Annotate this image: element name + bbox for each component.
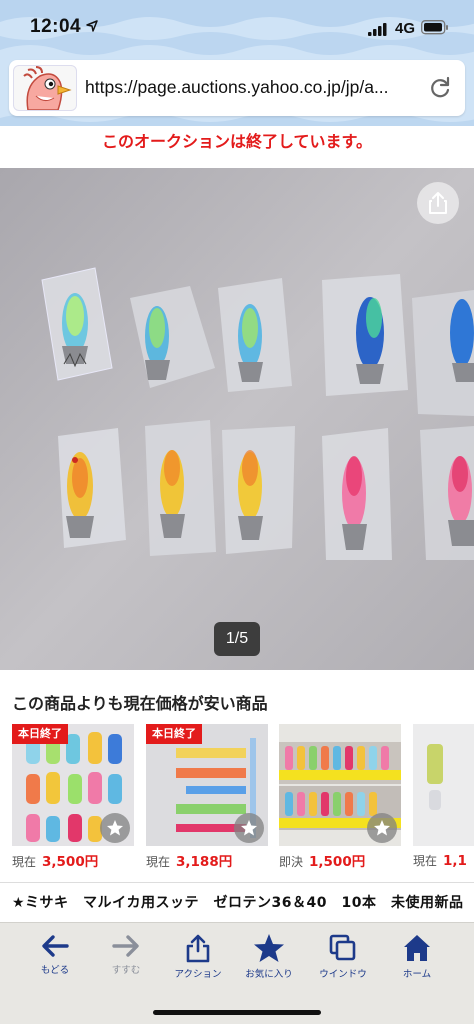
item-thumbnail[interactable] xyxy=(279,724,401,846)
item-thumbnail[interactable] xyxy=(413,724,474,846)
forward-arrow-icon xyxy=(112,935,139,957)
home-button[interactable]: ホーム xyxy=(377,933,457,980)
image-counter: 1/5 xyxy=(214,622,260,656)
star-icon xyxy=(107,820,123,836)
cheaper-item-card[interactable]: 本日終了 現在 3,188円 xyxy=(146,724,268,872)
price-label: 現在 xyxy=(413,854,438,868)
price-value: 3,188円 xyxy=(176,854,233,870)
price-row: 現在 3,188円 xyxy=(146,850,232,870)
home-icon xyxy=(404,935,430,961)
url-text[interactable]: https://page.auctions.yahoo.co.jp/jp/a..… xyxy=(85,77,425,98)
browser-toolbar: もどる すすむ アクション お気に入り ウインドウ ホーム xyxy=(0,922,474,1024)
windows-icon xyxy=(329,934,356,961)
share-icon xyxy=(186,934,210,963)
forward-button[interactable]: すすむ xyxy=(86,933,166,976)
cheaper-item-card[interactable]: 即決 1,500円 xyxy=(279,724,401,872)
window-label: ウインドウ xyxy=(319,969,367,980)
price-label: 即決 xyxy=(279,855,304,869)
back-arrow-icon xyxy=(42,935,69,957)
location-arrow-icon xyxy=(86,20,98,32)
star-icon xyxy=(254,934,284,962)
divider xyxy=(0,882,474,883)
price-row: 現在 1,1 xyxy=(413,850,467,869)
status-time: 12:04 xyxy=(30,16,82,37)
price-value: 3,500円 xyxy=(42,854,99,870)
battery-icon xyxy=(421,20,448,35)
app-root: 12:04 4G https://page.auctions.yahoo.co.… xyxy=(0,0,474,1024)
action-button[interactable]: アクション xyxy=(158,933,238,980)
cheaper-item-card[interactable]: 現在 1,1 xyxy=(413,724,474,872)
favorite-button[interactable] xyxy=(234,813,264,843)
share-button[interactable] xyxy=(417,182,459,224)
price-row: 即決 1,500円 xyxy=(279,850,365,870)
price-label: 現在 xyxy=(146,855,171,869)
item-title: ★ミサキ マルイカ用スッテ ゼロテン36＆40 10本 未使用新品 xyxy=(12,895,464,911)
forward-label: すすむ xyxy=(111,965,141,976)
product-photo[interactable] xyxy=(0,168,474,670)
star-icon xyxy=(374,820,390,836)
home-label: ホーム xyxy=(402,969,432,980)
reload-icon[interactable] xyxy=(427,75,453,101)
network-type: 4G xyxy=(395,20,416,37)
back-button[interactable]: もどる xyxy=(15,933,95,976)
cheaper-item-card[interactable]: 本日終了 現在 3,500円 xyxy=(12,724,134,872)
url-bar[interactable]: https://page.auctions.yahoo.co.jp/jp/a..… xyxy=(9,60,465,116)
favorites-label: お気に入り xyxy=(245,969,293,980)
favorites-button[interactable]: お気に入り xyxy=(229,933,309,980)
item-thumbnail[interactable]: 本日終了 xyxy=(146,724,268,846)
signal-bars-icon xyxy=(368,23,387,36)
product-photo-image xyxy=(0,168,474,670)
home-indicator xyxy=(153,1010,321,1015)
ending-today-badge: 本日終了 xyxy=(146,724,202,744)
action-label: アクション xyxy=(174,969,222,980)
status-bar: 12:04 4G xyxy=(0,0,474,56)
mascot-bird-icon xyxy=(13,65,77,111)
ending-today-badge: 本日終了 xyxy=(12,724,68,744)
auction-ended-notice: このオークションは終了しています。 xyxy=(102,132,372,151)
item-thumbnail[interactable]: 本日終了 xyxy=(12,724,134,846)
cheaper-items-title: この商品よりも現在価格が安い商品 xyxy=(12,694,268,713)
cheaper-items-carousel[interactable]: 本日終了 現在 3,500円 本日終了 現在 3,188円 即決 1,500円 … xyxy=(0,724,474,872)
favorite-button[interactable] xyxy=(367,813,397,843)
back-label: もどる xyxy=(40,965,70,976)
price-row: 現在 3,500円 xyxy=(12,850,98,870)
price-value: 1,500円 xyxy=(309,854,366,870)
price-label: 現在 xyxy=(12,855,37,869)
window-button[interactable]: ウインドウ xyxy=(303,933,383,980)
favorite-button[interactable] xyxy=(100,813,130,843)
star-icon xyxy=(241,820,257,836)
share-icon xyxy=(429,192,447,214)
price-value: 1,1 xyxy=(443,853,467,869)
browser-header: 12:04 4G https://page.auctions.yahoo.co.… xyxy=(0,0,474,126)
